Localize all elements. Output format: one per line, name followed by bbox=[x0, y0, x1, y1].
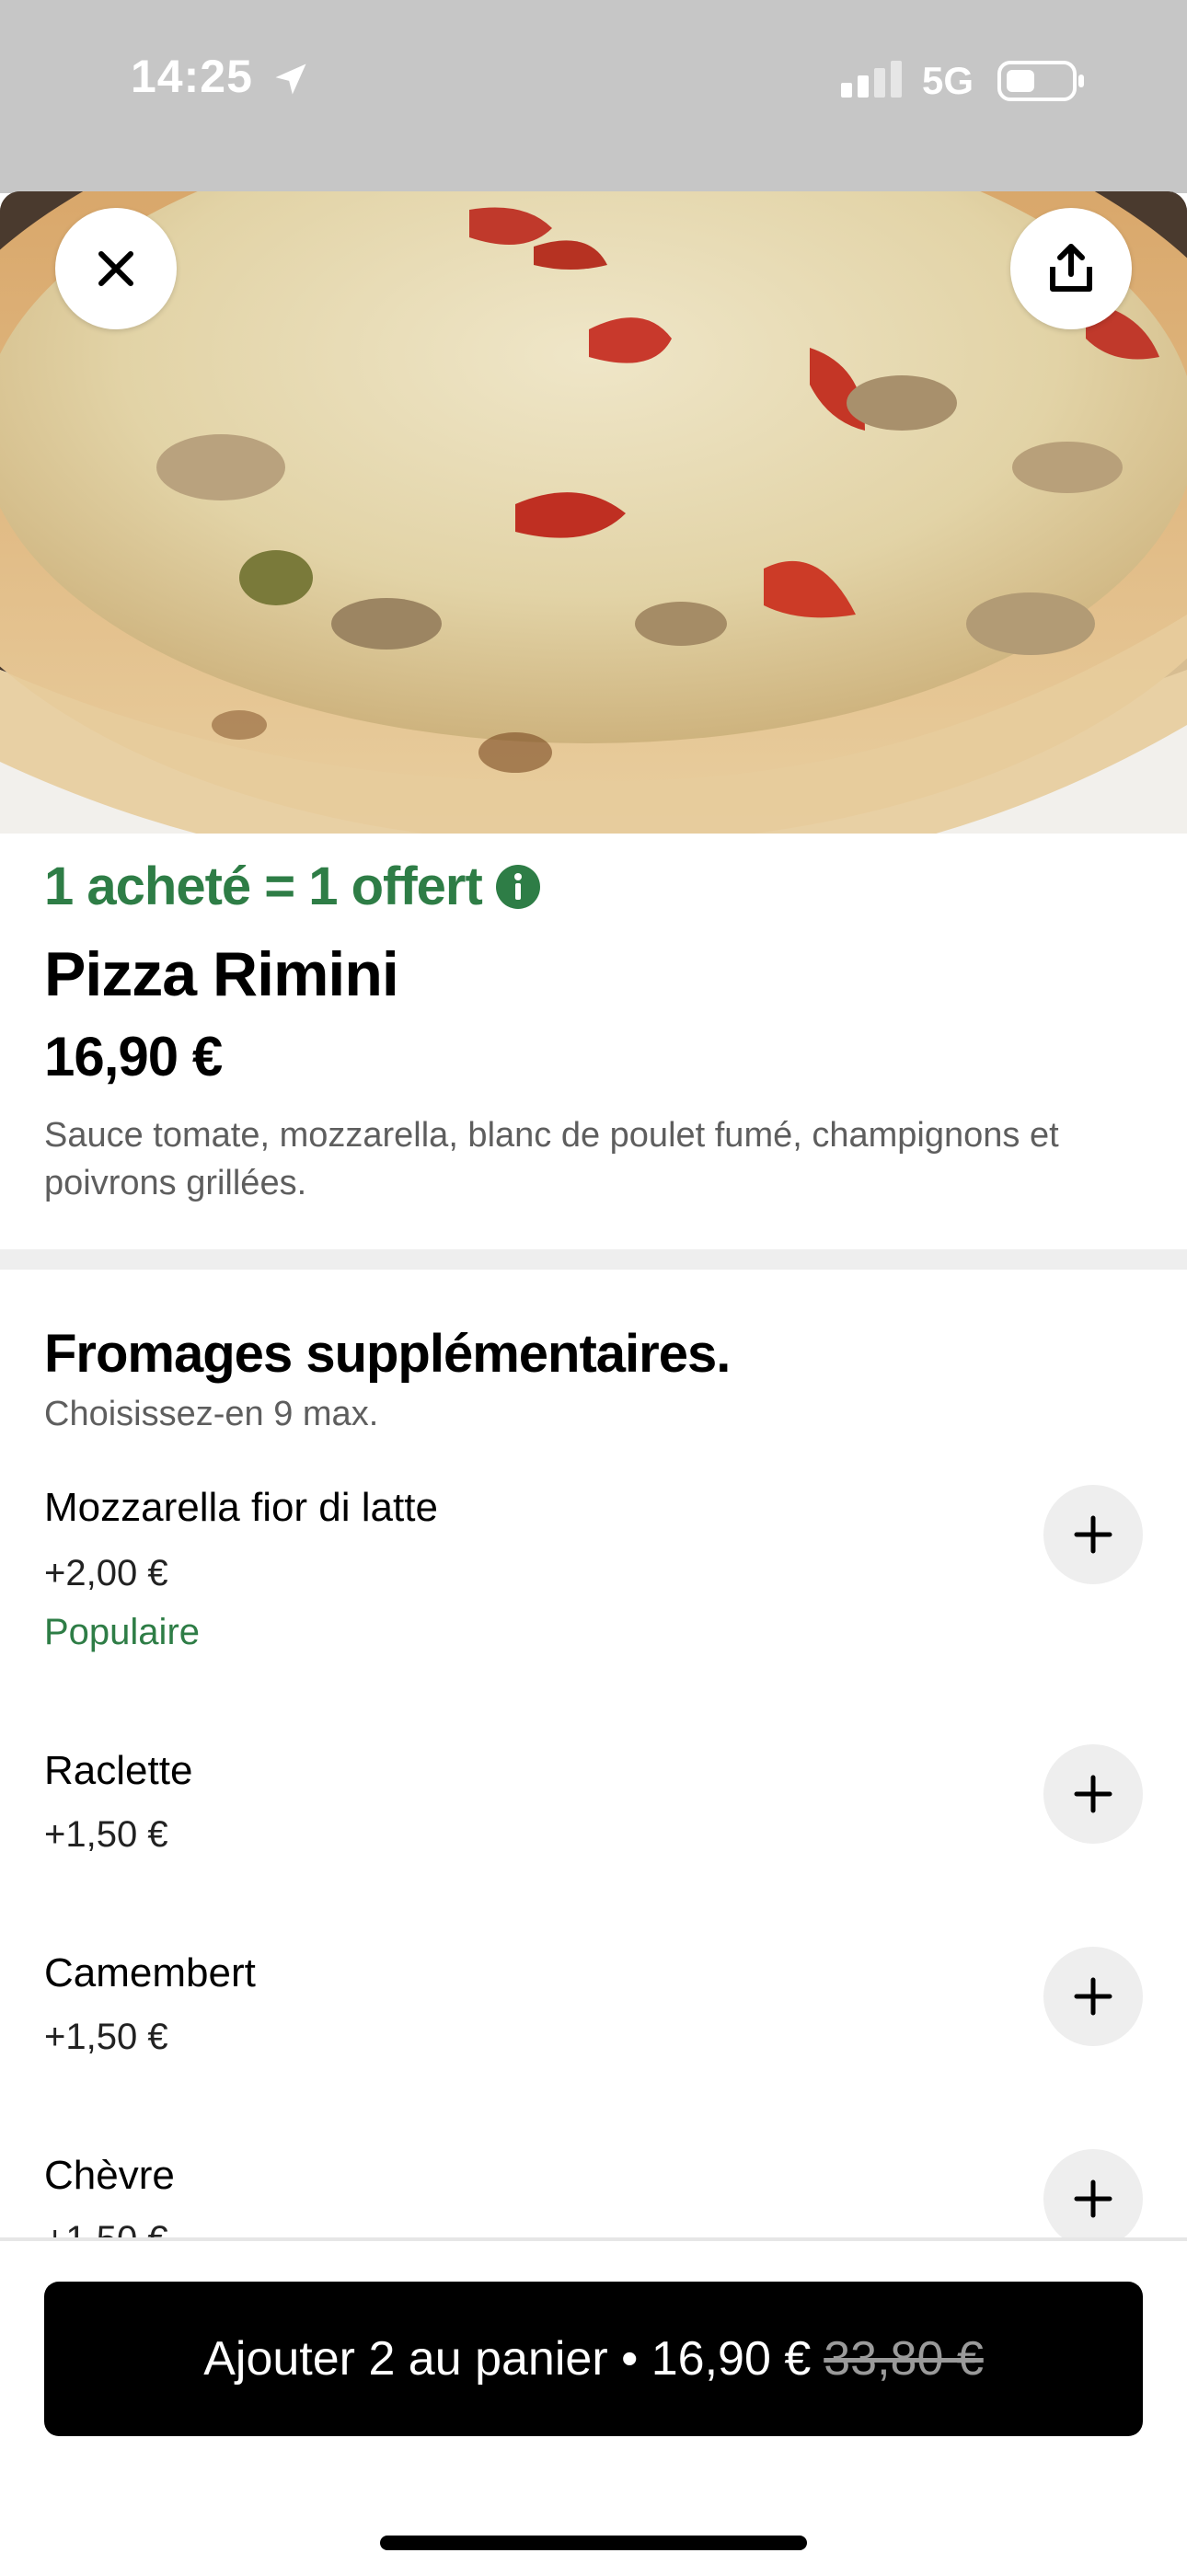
option-badge: Populaire bbox=[44, 1612, 201, 1652]
option-name: Chèvre bbox=[44, 2153, 175, 2198]
pizza-image bbox=[0, 191, 1187, 834]
plus-icon bbox=[1074, 1515, 1112, 1554]
add-option-button[interactable] bbox=[1043, 1485, 1143, 1584]
section-divider bbox=[0, 1249, 1187, 1270]
info-icon[interactable] bbox=[495, 864, 541, 910]
option-name: Camembert bbox=[44, 1950, 256, 1995]
option-price: +1,50 € bbox=[44, 1814, 168, 1855]
product-price: 16,90 € bbox=[44, 1026, 223, 1087]
plus-icon bbox=[1074, 1775, 1112, 1813]
option-name: Raclette bbox=[44, 1748, 193, 1793]
battery-icon bbox=[997, 61, 1084, 101]
option-price: +1,50 € bbox=[44, 2017, 168, 2057]
product-image bbox=[0, 191, 1187, 834]
share-icon bbox=[1050, 244, 1092, 292]
option-price: +2,00 € bbox=[44, 1553, 168, 1593]
add-to-cart-label: Ajouter 2 au panier • 16,90 € bbox=[203, 2332, 812, 2386]
home-indicator[interactable] bbox=[380, 2536, 807, 2550]
add-option-button[interactable] bbox=[1043, 1947, 1143, 2046]
add-option-button[interactable] bbox=[1043, 2149, 1143, 2248]
close-icon bbox=[98, 251, 133, 286]
location-arrow-icon bbox=[275, 63, 306, 95]
status-bar: 14:25 5G bbox=[0, 0, 1187, 193]
plus-icon bbox=[1074, 1977, 1112, 2016]
add-option-button[interactable] bbox=[1043, 1744, 1143, 1844]
product-name: Pizza Rimini bbox=[44, 939, 399, 1009]
add-to-cart-button[interactable]: Ajouter 2 au panier • 16,90 € 33,80 € bbox=[44, 2282, 1143, 2436]
section-title: Fromages supplémentaires. bbox=[44, 1324, 731, 1384]
network-label: 5G bbox=[922, 59, 974, 102]
plus-icon bbox=[1074, 2179, 1112, 2218]
signal-icon bbox=[841, 61, 902, 98]
promo-text: 1 acheté = 1 offert bbox=[44, 857, 483, 916]
original-price: 33,80 € bbox=[824, 2332, 984, 2386]
product-description: Sauce tomate, mozzarella, blanc de poule… bbox=[44, 1116, 1059, 1202]
status-time: 14:25 bbox=[131, 51, 253, 102]
close-button[interactable] bbox=[55, 208, 177, 329]
share-button[interactable] bbox=[1010, 208, 1132, 329]
promo-banner: 1 acheté = 1 offert bbox=[44, 856, 541, 917]
option-name: Mozzarella fior di latte bbox=[44, 1485, 438, 1530]
section-subtitle: Choisissez-en 9 max. bbox=[44, 1395, 379, 1433]
